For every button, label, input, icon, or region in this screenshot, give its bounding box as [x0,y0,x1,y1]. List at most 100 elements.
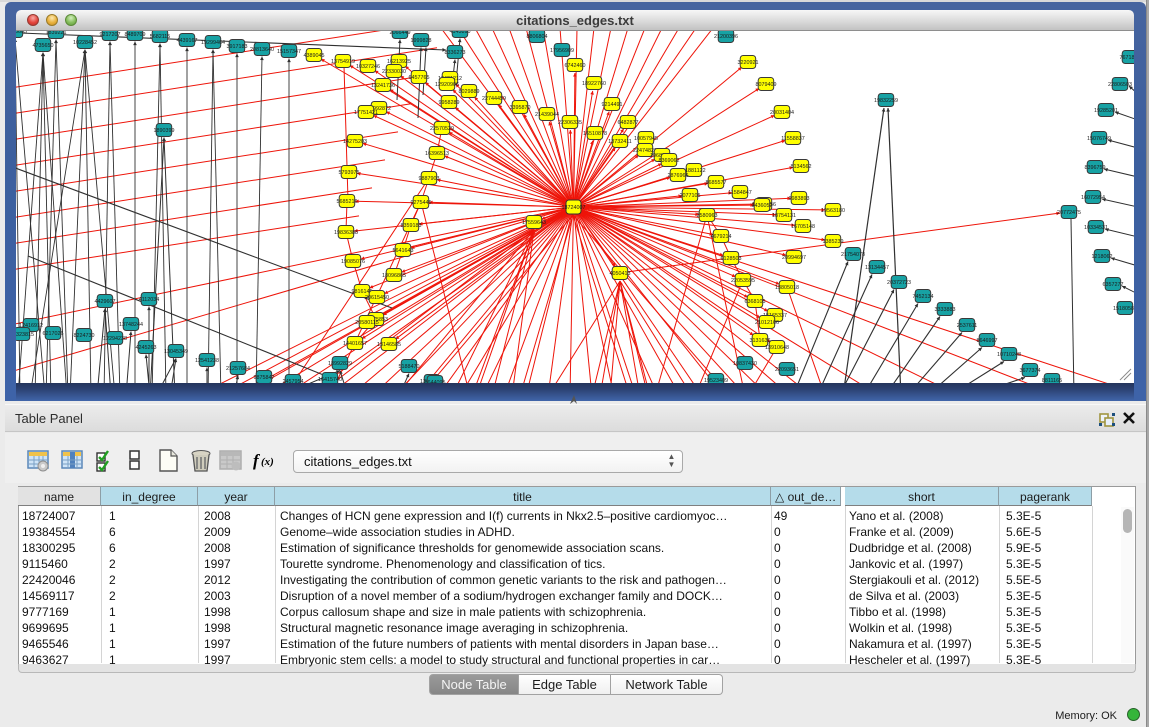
svg-text:6128503: 6128503 [721,256,742,262]
svg-text:5685216: 5685216 [337,199,358,205]
svg-text:(x): (x) [261,456,274,468]
svg-text:21754078: 21754078 [841,252,865,258]
svg-text:4735650: 4735650 [33,43,54,49]
svg-text:10710248: 10710248 [997,352,1021,358]
svg-text:21200396: 21200396 [714,34,738,40]
svg-text:10327246: 10327246 [356,64,380,70]
svg-text:4245263: 4245263 [136,345,157,351]
svg-text:1839221: 1839221 [46,31,67,36]
svg-text:3333883: 3333883 [935,307,956,313]
svg-text:4143890: 4143890 [450,31,471,35]
svg-text:16396513: 16396513 [425,151,449,157]
svg-text:6457765: 6457765 [409,75,430,81]
svg-text:11558837: 11558837 [781,136,805,142]
svg-text:9217207: 9217207 [100,32,121,38]
svg-text:2580963: 2580963 [697,213,718,219]
svg-text:8369062: 8369062 [659,158,680,164]
svg-text:8489709: 8489709 [125,32,146,38]
svg-text:3917183: 3917183 [227,44,248,50]
svg-text:18724007: 18724007 [562,205,586,211]
svg-text:17956909: 17956909 [550,48,574,54]
svg-text:2077105: 2077105 [680,193,701,199]
svg-text:13910648: 13910648 [765,345,789,351]
svg-text:16705148: 16705148 [791,224,815,230]
svg-text:14275203: 14275203 [343,139,367,145]
svg-text:6482877: 6482877 [618,120,639,126]
svg-text:16072954: 16072954 [1081,195,1105,201]
svg-text:1999828: 1999828 [411,38,432,44]
svg-text:12294238: 12294238 [103,336,127,342]
svg-text:5641643: 5641643 [393,248,414,254]
svg-text:8396759: 8396759 [1085,165,1106,171]
svg-text:8806804: 8806804 [527,34,548,40]
svg-text:7671884: 7671884 [1120,55,1135,61]
svg-text:1385239: 1385239 [823,239,844,245]
svg-text:8224730: 8224730 [74,333,95,339]
svg-text:8079409: 8079409 [756,82,777,88]
svg-text:5188470: 5188470 [399,364,420,370]
svg-text:2066449: 2066449 [390,31,411,36]
svg-text:13146585: 13146585 [377,342,401,348]
svg-text:8359183: 8359183 [401,223,422,229]
svg-text:22806503: 22806503 [1108,82,1132,88]
svg-text:10837430: 10837430 [733,361,757,367]
svg-text:20372723: 20372723 [887,280,911,286]
svg-text:22306335: 22306335 [558,120,582,126]
svg-text:20615450: 20615450 [365,295,389,301]
svg-text:18754131: 18754131 [772,213,796,219]
svg-text:6217026: 6217026 [43,331,64,337]
svg-text:13754919: 13754919 [331,59,355,65]
svg-text:10323815: 10323815 [16,332,34,338]
svg-text:f: f [253,451,261,470]
svg-text:19299464: 19299464 [201,40,225,46]
svg-text:8134562: 8134562 [791,164,812,170]
svg-text:20580115: 20580115 [355,320,379,326]
svg-text:9958289: 9958289 [439,100,460,106]
svg-text:2876966: 2876966 [668,173,689,179]
svg-text:9983893: 9983893 [789,196,810,202]
svg-text:5793975: 5793975 [339,170,360,176]
svg-text:21012166: 21012166 [755,320,779,326]
svg-text:8685577: 8685577 [706,180,727,186]
svg-text:22455603: 22455603 [16,31,27,35]
svg-text:2537611: 2537611 [957,323,978,329]
svg-text:5682115: 5682115 [150,34,171,40]
svg-text:20031404: 20031404 [770,110,794,116]
svg-text:20994697: 20994697 [782,255,806,261]
svg-text:6368105: 6368105 [745,299,766,305]
svg-text:1218062: 1218062 [1092,254,1113,260]
svg-text:9875847: 9875847 [254,375,275,381]
svg-text:11584847: 11584847 [728,190,752,196]
svg-text:4679214: 4679214 [711,234,732,240]
svg-text:19836388: 19836388 [334,230,358,236]
svg-text:4112034: 4112034 [139,297,160,303]
svg-text:15180586: 15180586 [1113,306,1134,312]
svg-text:8336273: 8336273 [445,50,466,56]
svg-text:21439044: 21439044 [535,112,559,118]
svg-text:18096865: 18096865 [382,273,406,279]
svg-text:4439167: 4439167 [177,38,198,44]
svg-text:4050413: 4050413 [610,271,631,277]
svg-text:21257684: 21257684 [226,366,250,372]
svg-text:16510878: 16510878 [583,131,607,137]
svg-text:17559643: 17559643 [522,220,546,226]
svg-text:3131636: 3131636 [750,338,771,344]
svg-text:22330030: 22330030 [382,69,406,75]
svg-text:3220921: 3220921 [738,60,759,66]
svg-text:15157347: 15157347 [277,49,301,55]
svg-text:22744459: 22744459 [482,96,506,102]
svg-text:3677374: 3677374 [1020,368,1041,374]
svg-text:19285201: 19285201 [1094,108,1118,114]
svg-text:22093651: 22093651 [775,367,799,373]
svg-text:13748244: 13748244 [119,322,143,328]
svg-text:9887903: 9887903 [419,176,440,182]
svg-text:6742460: 6742460 [565,63,586,69]
svg-text:18922760: 18922760 [582,81,606,87]
svg-text:20772475: 20772475 [1057,210,1081,216]
svg-text:8646997: 8646997 [977,338,998,344]
svg-text:10228452: 10228452 [73,40,97,46]
svg-text:12541238: 12541238 [195,358,219,364]
svg-text:13134457: 13134457 [865,265,889,271]
svg-text:9436057: 9436057 [752,203,773,209]
svg-text:10334531: 10334531 [1084,225,1108,231]
